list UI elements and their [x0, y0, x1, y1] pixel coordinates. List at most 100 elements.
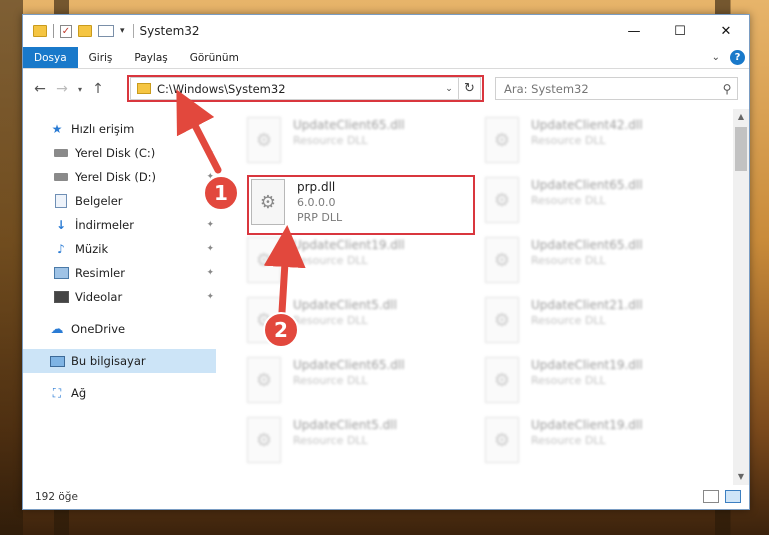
new-folder-icon[interactable]: [78, 25, 92, 37]
file-name: UpdateClient19.dll: [531, 358, 643, 372]
dll-file-icon: ⚙: [247, 297, 281, 343]
address-path[interactable]: C:\Windows\System32: [157, 82, 440, 96]
file-type: Resource DLL: [531, 374, 606, 387]
dll-file-icon: ⚙: [485, 237, 519, 283]
dll-file-icon: ⚙: [247, 417, 281, 463]
address-bar[interactable]: C:\Windows\System32 ⌄ ↻: [130, 77, 481, 100]
file-name: UpdateClient65.dll: [531, 238, 643, 252]
pin-icon[interactable]: ✦: [206, 244, 214, 254]
sidebar-item-documents[interactable]: Belgeler ✦: [23, 189, 216, 213]
sidebar-item-videos[interactable]: Videolar ✦: [23, 285, 216, 309]
search-icon[interactable]: ⚲: [717, 82, 737, 96]
file-name: UpdateClient21.dll: [531, 298, 643, 312]
file-name: UpdateClient65.dll: [531, 178, 643, 192]
pin-icon[interactable]: ✦: [206, 172, 214, 182]
file-item[interactable]: ⚙ UpdateClient19.dll Resource DLL: [247, 235, 477, 293]
forward-arrow-icon[interactable]: →: [51, 81, 73, 97]
ribbon-tabs: Dosya Giriş Paylaş Görünüm ⌄ ?: [23, 47, 749, 69]
sidebar-item-local-disk-d[interactable]: Yerel Disk (D:) ✦: [23, 165, 216, 189]
pin-icon[interactable]: ✦: [206, 220, 214, 230]
star-icon: ★: [51, 122, 63, 136]
scroll-down-arrow-icon[interactable]: ▼: [733, 469, 749, 485]
window-controls: — ☐ ✕: [611, 15, 749, 47]
tab-dosya[interactable]: Dosya: [23, 47, 78, 68]
sidebar-item-downloads[interactable]: ↓ İndirmeler ✦: [23, 213, 216, 237]
back-arrow-icon[interactable]: ←: [29, 81, 51, 97]
file-name: UpdateClient19.dll: [293, 238, 405, 252]
file-type: Resource DLL: [293, 254, 368, 267]
file-item[interactable]: ⚙ UpdateClient19.dll Resource DLL: [485, 355, 715, 413]
refresh-icon[interactable]: ↻: [458, 78, 480, 99]
item-count: 192 öğe: [35, 491, 78, 503]
sidebar-item-label: OneDrive: [71, 322, 126, 336]
explorer-window: ✓ ▾ System32 — ☐ ✕ Dosya Giriş Paylaş Gö…: [22, 14, 750, 510]
dll-file-icon: ⚙: [485, 297, 519, 343]
dll-file-icon: ⚙: [247, 117, 281, 163]
file-item[interactable]: ⚙ UpdateClient19.dll Resource DLL: [485, 415, 715, 473]
file-item[interactable]: ⚙ UpdateClient5.dll Resource DLL: [247, 295, 477, 353]
tab-gorunum[interactable]: Görünüm: [179, 47, 250, 68]
details-view-icon[interactable]: [703, 490, 719, 503]
scrollbar-thumb[interactable]: [735, 127, 747, 171]
sidebar-item-this-pc[interactable]: Bu bilgisayar: [23, 349, 216, 373]
pin-icon[interactable]: ✦: [206, 292, 214, 302]
sidebar-item-network[interactable]: ⛶ Ağ: [23, 381, 216, 405]
up-arrow-icon[interactable]: ↑: [87, 81, 109, 97]
file-type: Resource DLL: [531, 134, 606, 147]
content-area: ★ Hızlı erişim Yerel Disk (C:) ✦ Yerel D…: [23, 109, 749, 485]
file-type: Resource DLL: [531, 434, 606, 447]
sidebar-item-label: Yerel Disk (C:): [75, 146, 156, 160]
file-item[interactable]: ⚙ UpdateClient65.dll Resource DLL: [485, 235, 715, 293]
file-item-prp-dll[interactable]: ⚙ prp.dll 6.0.0.0 PRP DLL: [251, 177, 481, 235]
pin-icon[interactable]: ✦: [206, 196, 214, 206]
dll-file-icon: ⚙: [485, 417, 519, 463]
sidebar-item-label: Hızlı erişim: [71, 122, 135, 136]
tab-paylas[interactable]: Paylaş: [123, 47, 178, 68]
file-type: Resource DLL: [293, 134, 368, 147]
close-button[interactable]: ✕: [703, 15, 749, 47]
file-list: ⚙ UpdateClient65.dll Resource DLL ⚙ Updat…: [229, 109, 734, 485]
file-name: UpdateClient42.dll: [531, 118, 643, 132]
help-icon[interactable]: ?: [730, 50, 745, 65]
sidebar-item-local-disk-c[interactable]: Yerel Disk (C:) ✦: [23, 141, 216, 165]
large-icons-view-icon[interactable]: [725, 490, 741, 503]
maximize-button[interactable]: ☐: [657, 15, 703, 47]
dll-file-icon: ⚙: [485, 117, 519, 163]
dll-file-icon: ⚙: [485, 357, 519, 403]
sidebar-item-pictures[interactable]: Resimler ✦: [23, 261, 216, 285]
pin-icon[interactable]: ✦: [206, 148, 214, 158]
properties-check-icon[interactable]: ✓: [60, 24, 72, 38]
vertical-scrollbar[interactable]: ▲ ▼: [733, 109, 749, 485]
file-type: Resource DLL: [531, 194, 606, 207]
title-bar: ✓ ▾ System32 — ☐ ✕: [23, 15, 749, 47]
sidebar-item-quick-access[interactable]: ★ Hızlı erişim: [23, 117, 216, 141]
sidebar-item-music[interactable]: ♪ Müzik ✦: [23, 237, 216, 261]
file-item[interactable]: ⚙ UpdateClient5.dll Resource DLL: [247, 415, 477, 473]
navigation-pane: ★ Hızlı erişim Yerel Disk (C:) ✦ Yerel D…: [23, 109, 216, 485]
tab-giris[interactable]: Giriş: [78, 47, 124, 68]
minimize-button[interactable]: —: [611, 15, 657, 47]
file-name: UpdateClient5.dll: [293, 298, 397, 312]
sidebar-item-label: Bu bilgisayar: [71, 354, 146, 368]
recent-locations-chevron-icon[interactable]: ▾: [73, 85, 87, 94]
sidebar-item-onedrive[interactable]: ☁ OneDrive: [23, 317, 216, 341]
file-type: Resource DLL: [293, 434, 368, 447]
file-item[interactable]: ⚙ UpdateClient42.dll Resource DLL: [485, 115, 715, 173]
file-item[interactable]: ⚙ UpdateClient65.dll Resource DLL: [485, 175, 715, 233]
pin-icon[interactable]: ✦: [206, 268, 214, 278]
scroll-up-arrow-icon[interactable]: ▲: [733, 109, 749, 125]
documents-icon: [53, 194, 69, 208]
search-input[interactable]: [504, 81, 717, 96]
search-box[interactable]: ⚲: [495, 77, 738, 100]
dll-file-icon: ⚙: [485, 177, 519, 223]
view-options-icon[interactable]: [98, 25, 114, 37]
expand-ribbon-chevron-icon[interactable]: ⌄: [712, 52, 720, 63]
file-item[interactable]: ⚙ UpdateClient65.dll Resource DLL: [247, 115, 477, 173]
sidebar-item-label: Belgeler: [75, 194, 123, 208]
file-item[interactable]: ⚙ UpdateClient65.dll Resource DLL: [247, 355, 477, 413]
file-name: UpdateClient65.dll: [293, 358, 405, 372]
address-dropdown-chevron-icon[interactable]: ⌄: [440, 84, 458, 94]
folder-icon[interactable]: [33, 25, 47, 37]
customize-toolbar-chevron-icon[interactable]: ▾: [120, 26, 125, 36]
file-item[interactable]: ⚙ UpdateClient21.dll Resource DLL: [485, 295, 715, 353]
